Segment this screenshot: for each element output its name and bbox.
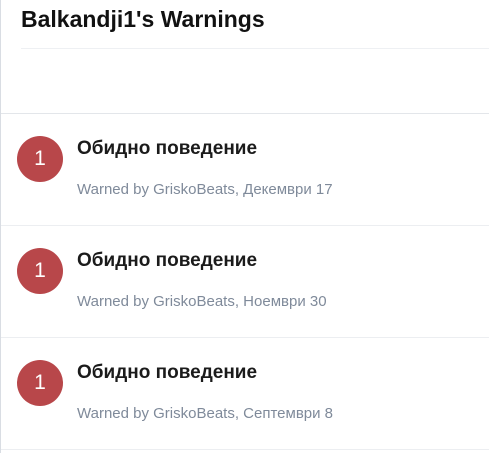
warning-item[interactable]: 1 Обидно поведение Warned by GriskoBeats… — [1, 226, 489, 338]
warning-item[interactable]: 1 Обидно поведение Warned by GriskoBeats… — [1, 338, 489, 450]
warning-meta: Warned by GriskoBeats, Декември 17 — [77, 181, 333, 198]
warning-reason-link[interactable]: Обидно поведение — [77, 248, 257, 274]
warning-meta: Warned by GriskoBeats, Септември 8 — [77, 405, 334, 422]
warning-points-badge: 1 — [17, 136, 63, 182]
warning-reason-link[interactable]: Обидно поведение — [77, 360, 257, 386]
warning-points-badge: 1 — [17, 248, 63, 294]
warning-list: 1 Обидно поведение Warned by GriskoBeats… — [1, 114, 489, 450]
warning-points-badge: 1 — [17, 360, 63, 406]
toolbar-area — [1, 49, 489, 113]
warnings-page: Balkandji1's Warnings 1 Обидно поведение… — [0, 0, 489, 453]
warning-item[interactable]: 1 Обидно поведение Warned by GriskoBeats… — [1, 114, 489, 226]
warning-meta: Warned by GriskoBeats, Ноември 30 — [77, 293, 327, 310]
warning-reason-link[interactable]: Обидно поведение — [77, 136, 257, 162]
page-title: Balkandji1's Warnings — [21, 6, 265, 32]
